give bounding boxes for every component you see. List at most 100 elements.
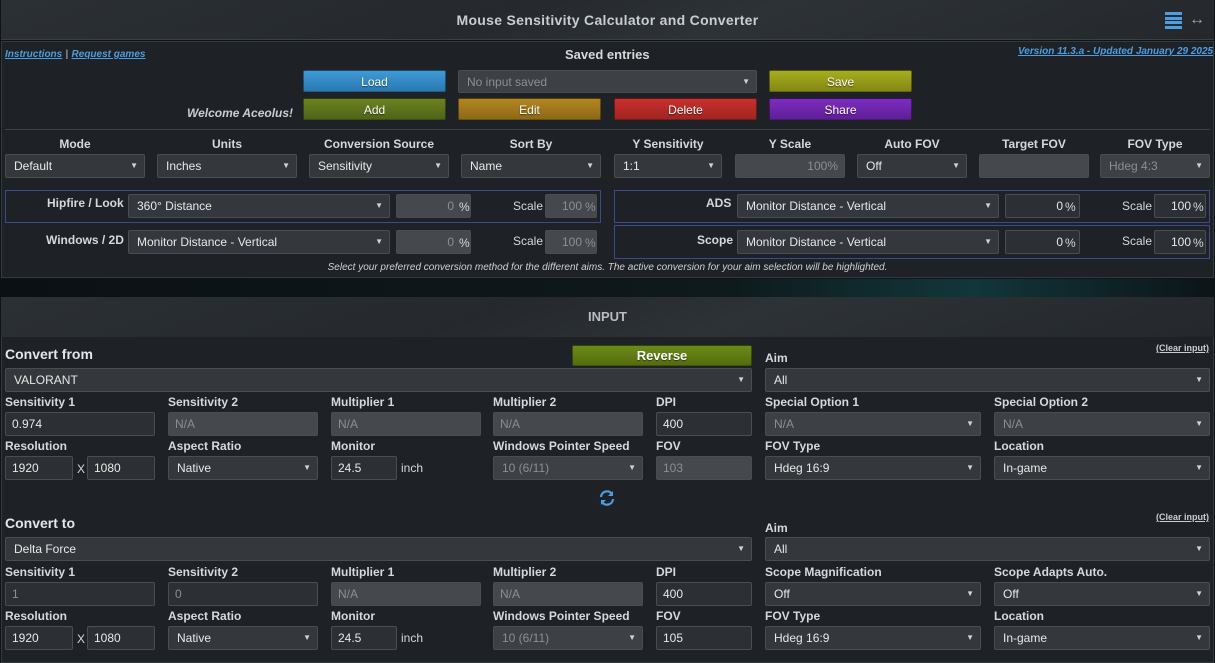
from-dpi-input[interactable]: 400 [656,412,752,436]
from-special1-label: Special Option 1 [765,395,860,409]
from-res-width-input[interactable]: 1920 [5,456,73,480]
from-location-select[interactable]: In-game ▼ [994,456,1210,480]
ads-label: ADS [706,196,732,210]
scope-label: Scope [697,233,734,247]
to-monitor-input[interactable]: 24.5 [331,626,397,650]
windows-scale-percent: % [585,236,596,250]
y-sensitivity-label: Y Sensitivity [632,137,704,151]
from-location-label: Location [994,439,1044,453]
to-game-select[interactable]: Delta Force ▼ [5,537,752,561]
top-links: Instructions | Request games [5,46,145,60]
hamburger-icon[interactable] [1165,12,1182,29]
to-monitor-label: Monitor [331,609,375,623]
caret-down-icon: ▼ [984,237,992,246]
from-mult2-label: Multiplier 2 [493,395,557,409]
version-link[interactable]: Version 11.3.a - Updated January 29 2025 [1018,46,1213,57]
from-aim-select[interactable]: All ▼ [765,368,1210,392]
caret-down-icon: ▼ [303,463,311,472]
background-strip [0,279,1215,297]
saved-entries-heading: Saved entries [565,47,650,62]
scope-scale-label: Scale [1122,234,1153,248]
from-monitor-input[interactable]: 24.5 [331,456,397,480]
units-select[interactable]: Inches ▼ [157,154,297,178]
caret-down-icon: ▼ [282,161,290,170]
to-mult1-label: Multiplier 1 [331,565,395,579]
share-button[interactable]: Share [769,98,912,120]
caret-down-icon: ▼ [130,161,138,170]
to-scope-magnification-select[interactable]: Off ▼ [765,582,981,606]
hipfire-label: Hipfire / Look [47,196,124,210]
input-section-bar: INPUT [1,297,1214,337]
ads-method-select[interactable]: Monitor Distance - Vertical ▼ [737,194,999,218]
load-button[interactable]: Load [303,70,446,92]
save-button[interactable]: Save [769,70,912,92]
from-special2-label: Special Option 2 [994,395,1089,409]
to-aim-select[interactable]: All ▼ [765,537,1210,561]
caret-down-icon: ▼ [737,544,745,553]
caret-down-icon: ▼ [628,633,636,642]
to-res-width-input[interactable]: 1920 [5,626,73,650]
caret-down-icon: ▼ [707,161,715,170]
delete-button[interactable]: Delete [614,98,757,120]
from-dpi-label: DPI [656,395,677,409]
to-aim-label: Aim [765,521,788,535]
from-fov-label: FOV [656,439,681,453]
mode-select[interactable]: Default ▼ [5,154,145,178]
from-inch-unit: inch [401,461,424,475]
from-res-height-input[interactable]: 1080 [87,456,155,480]
to-fov-input[interactable]: 105 [656,626,752,650]
divider [5,129,1210,130]
caret-down-icon: ▼ [586,161,594,170]
saved-entries-dropdown[interactable]: No input saved ▼ [458,70,757,93]
scope-scale-percent: % [1193,236,1204,250]
from-game-select[interactable]: VALORANT ▼ [5,368,752,392]
hipfire-percent: % [459,200,470,214]
fov-type-select: Hdeg 4:3 ▼ [1100,154,1210,178]
to-scope-adapts-select[interactable]: Off ▼ [994,582,1210,606]
from-special2-select: N/A ▼ [994,412,1210,436]
to-sens2-label: Sensitivity 2 [168,565,239,579]
from-mult1-label: Multiplier 1 [331,395,395,409]
to-dpi-input[interactable]: 400 [656,582,752,606]
to-wps-label: Windows Pointer Speed [493,609,630,623]
to-fov-type-select[interactable]: Hdeg 16:9 ▼ [765,626,981,650]
from-wps-label: Windows Pointer Speed [493,439,630,453]
to-scope-magnification-label: Scope Magnification [765,565,882,579]
windows-method-select[interactable]: Monitor Distance - Vertical ▼ [128,230,390,254]
caret-down-icon: ▼ [966,463,974,472]
scope-method-select[interactable]: Monitor Distance - Vertical ▼ [737,230,999,254]
caret-down-icon: ▼ [303,633,311,642]
caret-down-icon: ▼ [1195,463,1203,472]
convert-from-heading: Convert from [5,346,93,362]
hipfire-scale-label: Scale [513,199,544,213]
from-fov-input: 103 [656,456,752,480]
app-title: Mouse Sensitivity Calculator and Convert… [456,12,759,28]
reverse-button[interactable]: Reverse [572,345,752,366]
to-dpi-label: DPI [656,565,677,579]
y-sensitivity-select[interactable]: 1:1 ▼ [614,154,722,178]
refresh-icon[interactable] [598,489,616,507]
to-mult2-label: Multiplier 2 [493,565,557,579]
from-fov-type-select[interactable]: Hdeg 16:9 ▼ [765,456,981,480]
caret-down-icon: ▼ [1195,589,1203,598]
horizontal-arrows-icon[interactable]: ↔ [1189,12,1205,28]
request-games-link[interactable]: Request games [72,49,146,60]
to-res-height-input[interactable]: 1080 [87,626,155,650]
to-aspect-select[interactable]: Native ▼ [168,626,318,650]
instructions-link[interactable]: Instructions [5,49,62,60]
clear-input-to-link[interactable]: (Clear input) [1156,512,1209,522]
auto-fov-select[interactable]: Off ▼ [857,154,967,178]
edit-button[interactable]: Edit [458,98,601,120]
from-aspect-select[interactable]: Native ▼ [168,456,318,480]
sort-by-select[interactable]: Name ▼ [461,154,601,178]
hipfire-method-select[interactable]: 360° Distance ▼ [128,194,390,218]
hipfire-scale-percent: % [585,200,596,214]
caret-down-icon: ▼ [1195,375,1203,384]
from-sens1-input[interactable]: 0.974 [5,412,155,436]
to-location-select[interactable]: In-game ▼ [994,626,1210,650]
add-button[interactable]: Add [303,98,446,120]
top-bar: Mouse Sensitivity Calculator and Convert… [1,0,1214,40]
clear-input-from-link[interactable]: (Clear input) [1156,343,1209,353]
from-aim-label: Aim [765,351,788,365]
conversion-source-select[interactable]: Sensitivity ▼ [309,154,449,178]
